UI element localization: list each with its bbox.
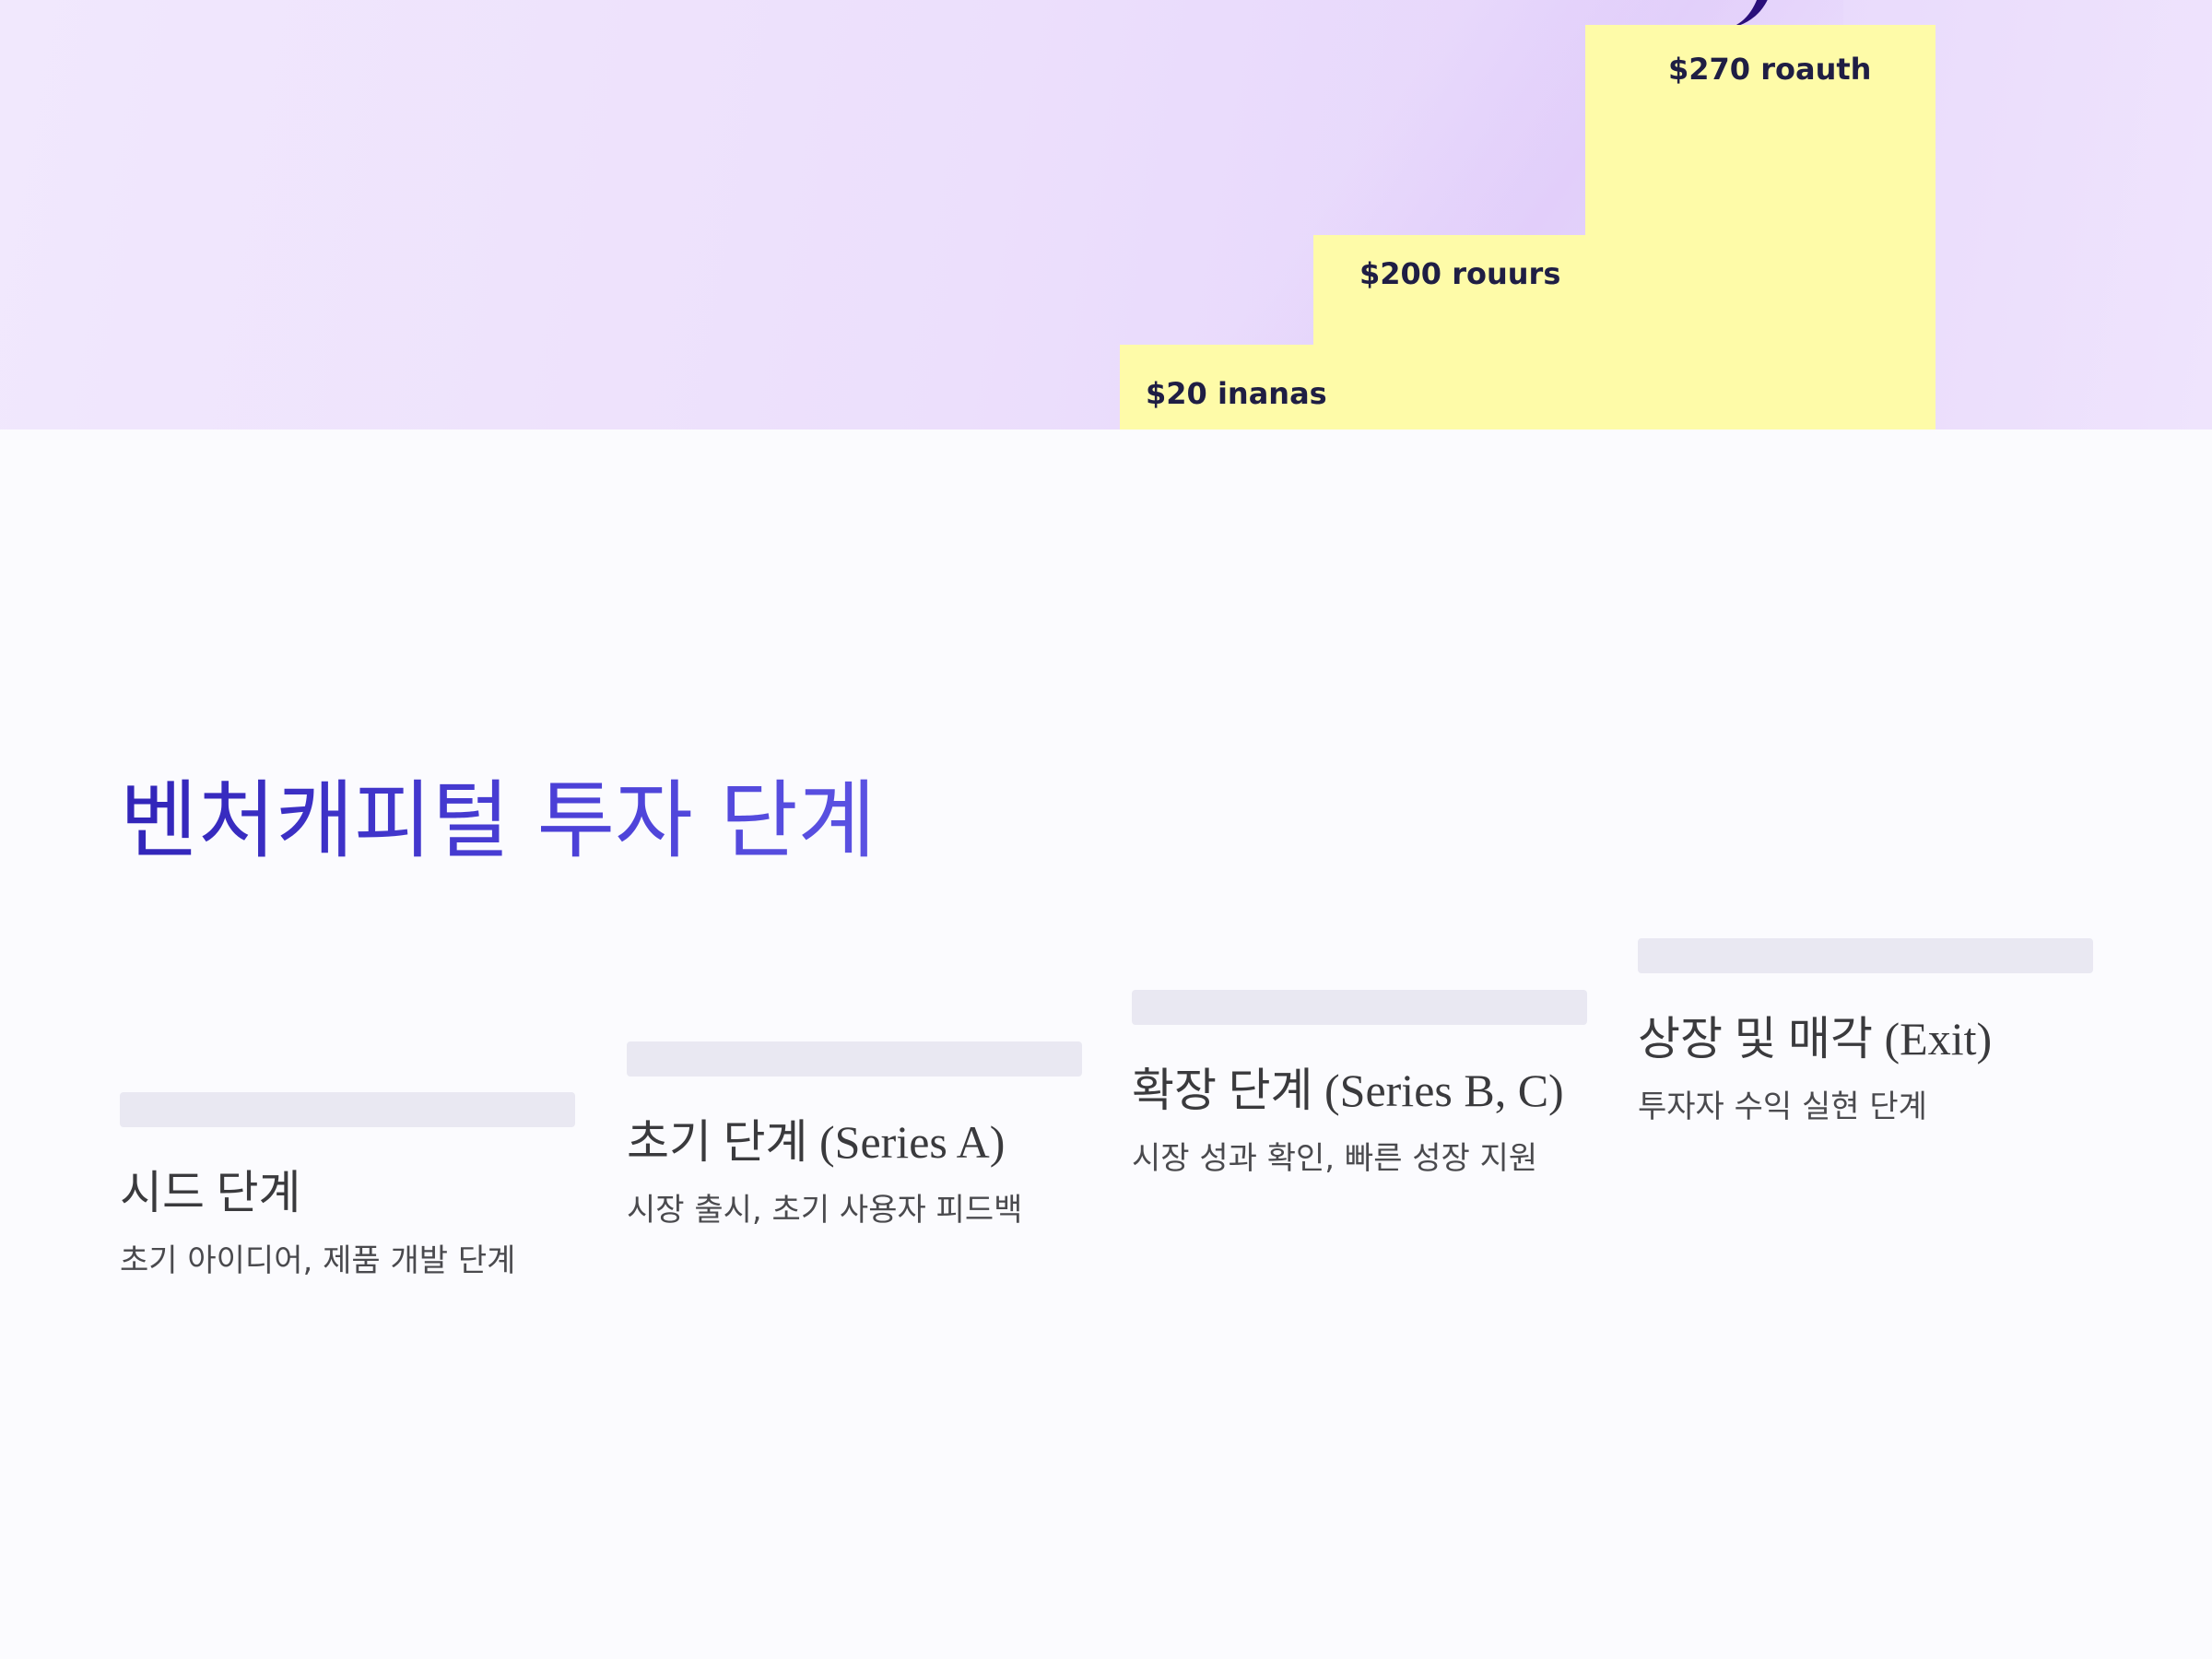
stage-exit: 상장 및 매각 (Exit) 투자자 수익 실현 단계 [1638, 938, 2093, 1126]
growth-step-3-label: $270 roauth [1668, 52, 1872, 87]
stage-seed-bar [120, 1092, 575, 1127]
stage-series-a-description: 시장 출시, 초기 사용자 피드백 [627, 1192, 1023, 1229]
stage-exit-bar [1638, 938, 2093, 973]
stage-series-bc-name: 확장 단계 (Series B, C) [1132, 1065, 1564, 1116]
stage-series-a-name: 초기 단계 (Series A) [627, 1116, 1006, 1168]
stage-series-a-bar [627, 1041, 1082, 1077]
stage-seed-description: 초기 아이디어, 제품 개발 단계 [120, 1242, 516, 1279]
hero-illustration: $20 inanas $200 rouurs $270 roauth [0, 0, 2212, 429]
stage-series-a: 초기 단계 (Series A) 시장 출시, 초기 사용자 피드백 [627, 1041, 1082, 1230]
growth-step-2-label: $200 rouurs [1359, 256, 1561, 291]
stage-series-bc: 확장 단계 (Series B, C) 시장 성과 확인, 빠른 성장 지원 [1132, 990, 1587, 1178]
stage-series-bc-description: 시장 성과 확인, 빠른 성장 지원 [1132, 1140, 1538, 1177]
stage-exit-name: 상장 및 매각 (Exit) [1638, 1013, 1993, 1065]
stage-exit-description: 투자자 수익 실현 단계 [1638, 1088, 1927, 1125]
growth-step-1-label: $20 inanas [1146, 376, 1327, 411]
stage-seed-name: 시드 단계 [120, 1167, 301, 1218]
stage-seed: 시드 단계 초기 아이디어, 제품 개발 단계 [120, 1092, 575, 1280]
stage-series-bc-bar [1132, 990, 1587, 1025]
page-title: 벤처캐피털 투자 단계 [120, 771, 877, 870]
